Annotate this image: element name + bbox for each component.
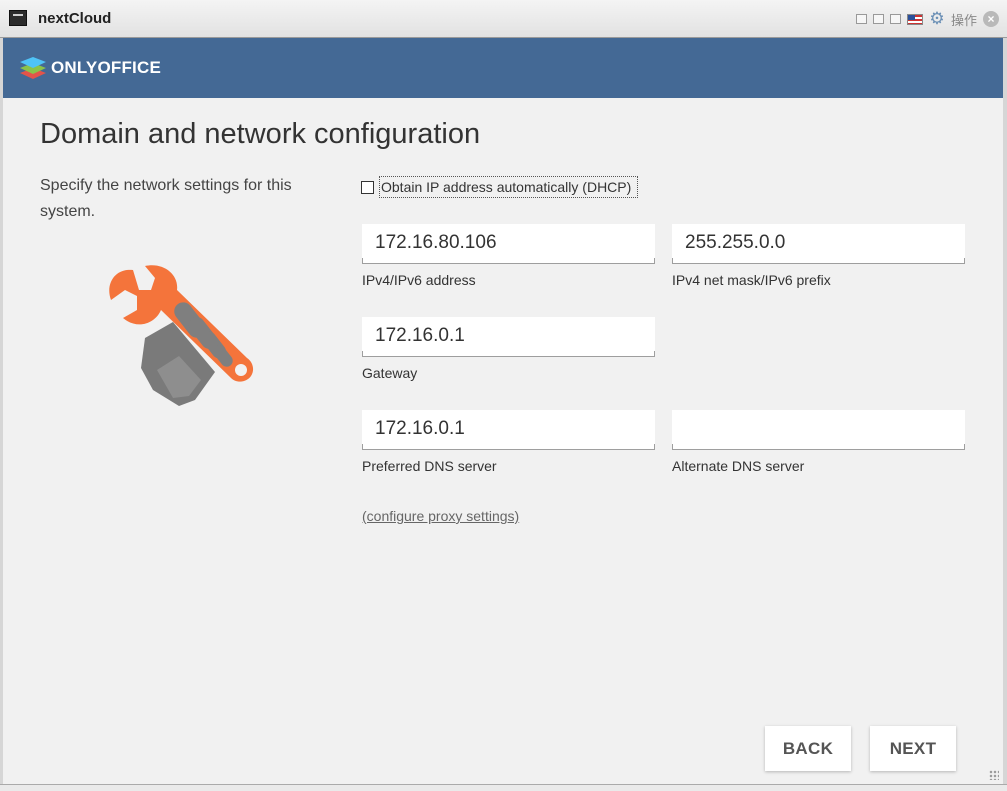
gateway-field-group: 172.16.0.1 Gateway — [362, 317, 655, 381]
wrench-hand-illustration — [103, 260, 263, 425]
gear-icon[interactable]: ⚙ — [929, 10, 945, 27]
page-description: Specify the network settings for this sy… — [40, 177, 292, 220]
restore-icon[interactable] — [872, 14, 884, 24]
us-flag-icon[interactable] — [906, 13, 923, 25]
maximize-icon[interactable] — [889, 14, 901, 24]
alternate-dns-label: Alternate DNS server — [672, 458, 805, 474]
onlyoffice-logo: ONLYOFFICE — [18, 54, 161, 82]
terminal-icon — [9, 10, 27, 26]
onlyoffice-logo-icon — [18, 54, 48, 82]
netmask-input[interactable]: 255.255.0.0 — [672, 224, 965, 264]
window-titlebar: nextCloud ⚙ 操作 × — [0, 0, 1007, 38]
gateway-input[interactable]: 172.16.0.1 — [362, 317, 655, 357]
window-title: nextCloud — [38, 10, 112, 27]
minimize-icon[interactable] — [855, 14, 867, 24]
page-title: Domain and network configuration — [40, 118, 481, 150]
window-controls: ⚙ 操作 × — [855, 10, 999, 29]
alternate-dns-field-group: Alternate DNS server — [672, 410, 965, 474]
configure-proxy-link[interactable]: (configure proxy settings) — [362, 508, 519, 524]
ip-address-field-group: 172.16.80.106 IPv4/IPv6 address — [362, 224, 655, 288]
preferred-dns-input[interactable]: 172.16.0.1 — [362, 410, 655, 450]
netmask-field-group: 255.255.0.0 IPv4 net mask/IPv6 prefix — [672, 224, 965, 288]
ip-address-input[interactable]: 172.16.80.106 — [362, 224, 655, 264]
preferred-dns-label: Preferred DNS server — [362, 458, 497, 474]
installer-window: ONLYOFFICE Domain and network configurat… — [3, 38, 1003, 784]
background-taskbar — [0, 784, 1007, 791]
dhcp-option[interactable]: Obtain IP address automatically (DHCP) — [361, 174, 639, 200]
operations-menu[interactable]: 操作 — [951, 10, 977, 29]
back-button[interactable]: BACK — [765, 726, 851, 771]
dhcp-checkbox[interactable] — [361, 180, 374, 194]
preferred-dns-field-group: 172.16.0.1 Preferred DNS server — [362, 410, 655, 474]
alternate-dns-input[interactable] — [672, 410, 965, 450]
next-button[interactable]: NEXT — [870, 726, 956, 771]
close-icon[interactable]: × — [983, 11, 999, 27]
app-header: ONLYOFFICE — [3, 38, 1003, 98]
gateway-label: Gateway — [362, 365, 418, 381]
netmask-label: IPv4 net mask/IPv6 prefix — [672, 272, 831, 288]
logo-text: ONLYOFFICE — [51, 58, 161, 77]
dhcp-label[interactable]: Obtain IP address automatically (DHCP) — [379, 176, 639, 198]
ip-address-label: IPv4/IPv6 address — [362, 272, 476, 288]
resize-grip[interactable] — [989, 770, 999, 780]
